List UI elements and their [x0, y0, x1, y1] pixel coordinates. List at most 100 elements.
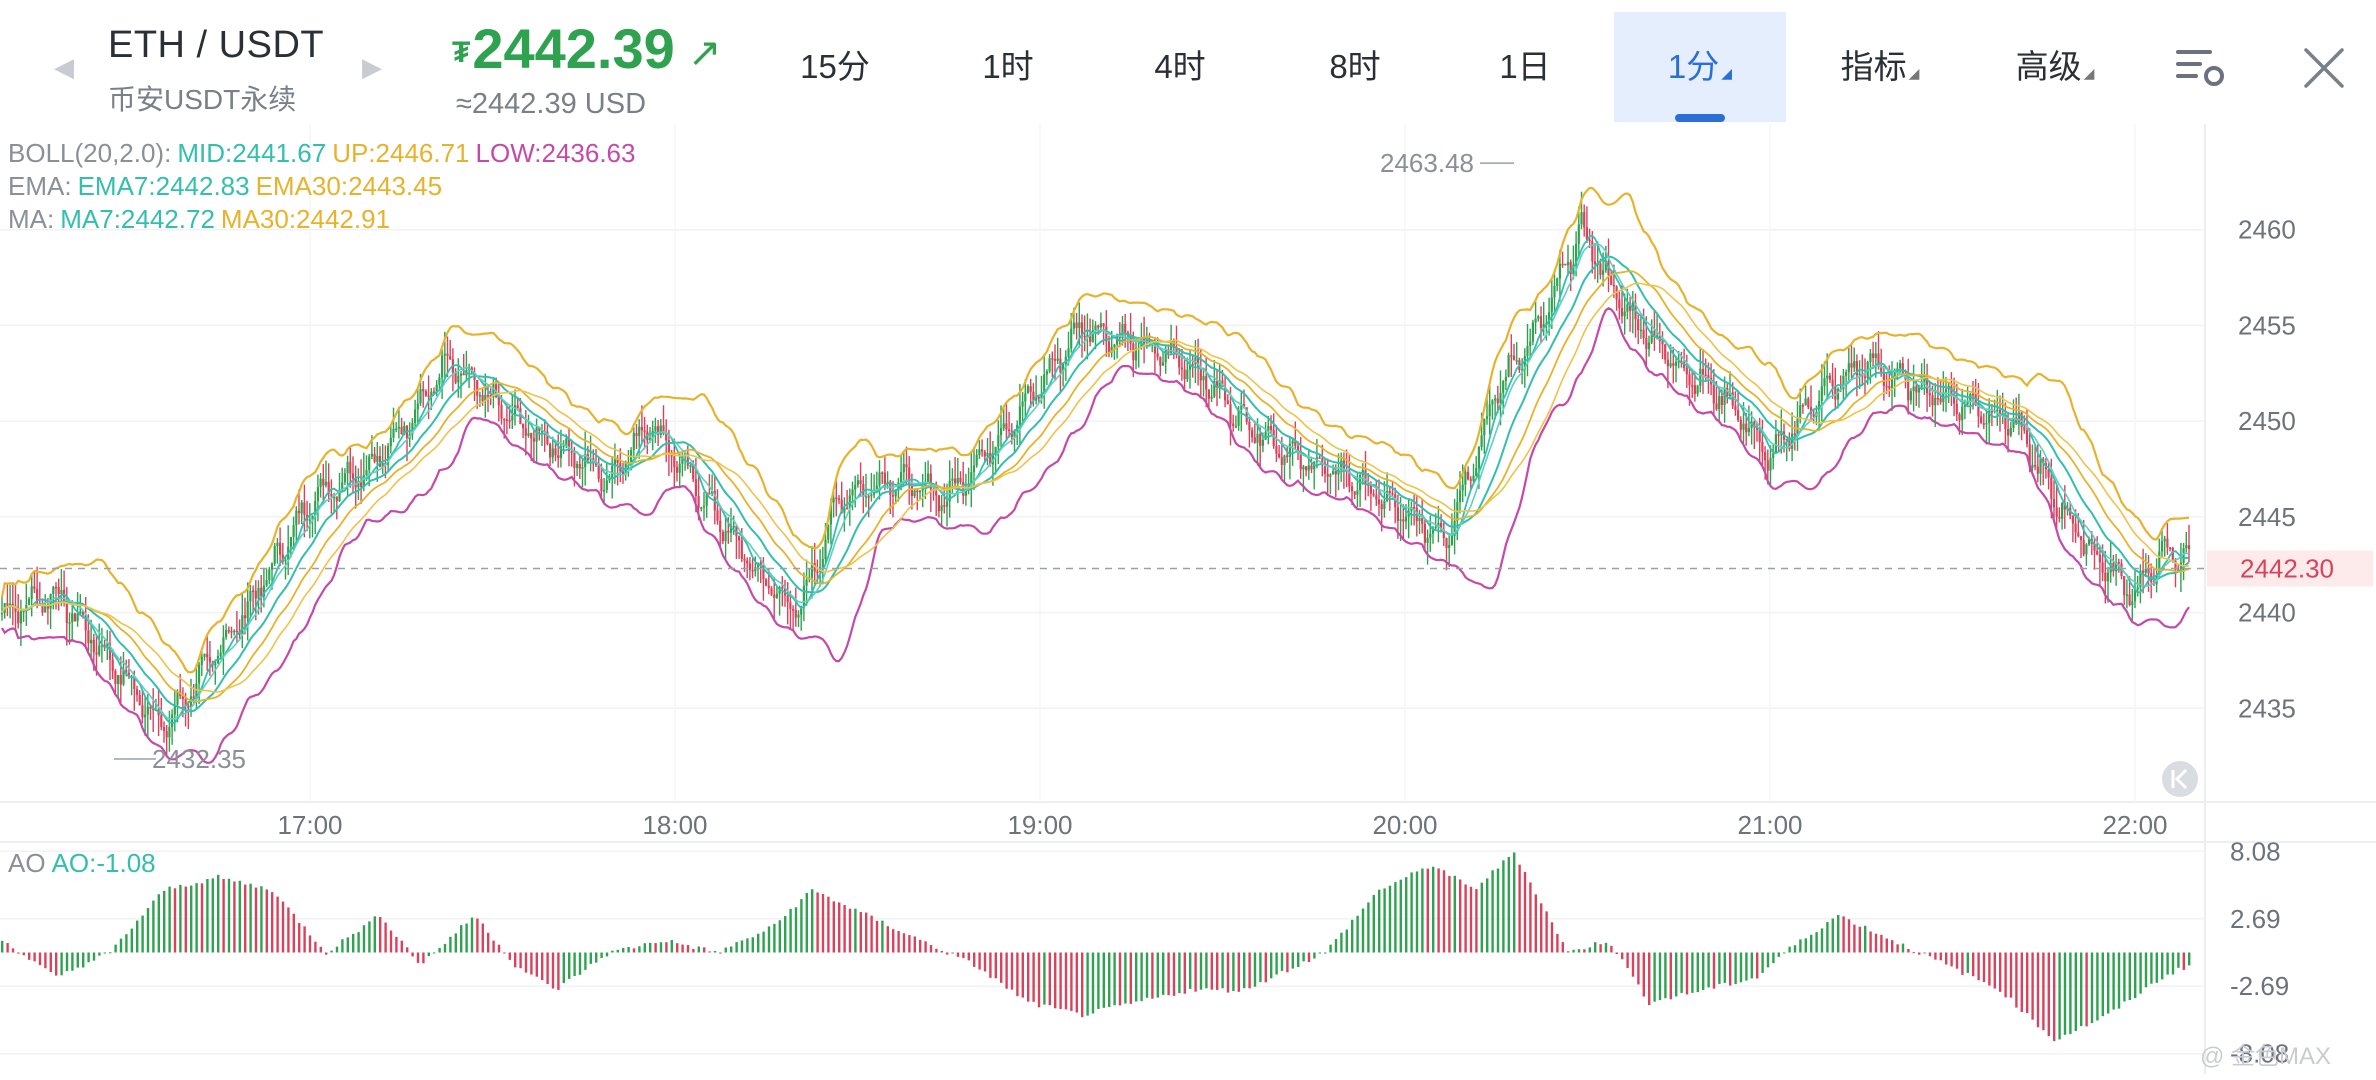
candle-body: [632, 433, 635, 451]
chart-settings-icon[interactable]: [2170, 36, 2234, 100]
ao-bar: [1313, 952, 1316, 959]
candle-body: [198, 665, 201, 684]
candle-body: [1248, 421, 1251, 431]
candle-body: [1491, 400, 1494, 405]
ao-bar: [1059, 952, 1062, 1009]
ao-bar: [1486, 878, 1489, 953]
ao-bar: [28, 952, 31, 960]
ao-bar: [929, 945, 933, 953]
ao-bar: [1745, 952, 1748, 981]
candle-body: [765, 579, 768, 586]
ao-bar: [1383, 888, 1386, 953]
candle-body: [1588, 239, 1591, 242]
candle-body: [1005, 423, 1008, 430]
ao-bar: [940, 950, 943, 953]
candle-body: [2025, 430, 2029, 445]
ao-bar: [978, 952, 981, 970]
candle-body: [71, 613, 74, 623]
ao-bar: [1167, 952, 1170, 996]
tab-label: 1日: [1499, 48, 1551, 85]
candle-body: [2007, 429, 2010, 436]
ao-bar: [1534, 894, 1537, 953]
ao-bar: [2036, 952, 2040, 1028]
ao-bar: [1469, 886, 1473, 953]
tab-1d[interactable]: 1日: [1465, 12, 1585, 122]
candle-body: [52, 586, 55, 595]
tab-indicators[interactable]: 指标 ◢: [1820, 12, 1940, 122]
ao-bar: [44, 952, 47, 969]
ao-bar: [1664, 952, 1667, 999]
ao-bar: [919, 939, 922, 953]
candle-body: [1450, 535, 1453, 545]
ao-bar: [341, 939, 344, 953]
ao-bar: [1183, 952, 1186, 994]
candle-body: [1747, 427, 1750, 433]
close-icon[interactable]: [2292, 36, 2356, 100]
candle-body: [767, 585, 770, 589]
ao-bar: [1037, 952, 1041, 1008]
tab-8h[interactable]: 8时: [1295, 12, 1415, 122]
ao-legend: AO AO:-1.08: [8, 848, 162, 879]
candle-body: [522, 423, 525, 429]
ao-bar: [433, 952, 436, 954]
ao-bar: [670, 940, 673, 953]
candle-body: [165, 730, 168, 738]
chevron-right-icon[interactable]: ▶: [362, 52, 382, 83]
candle-body: [2077, 532, 2080, 537]
ao-bar: [1448, 875, 1451, 953]
jump-to-latest-icon[interactable]: [2162, 761, 2198, 797]
ao-bar: [1702, 952, 1705, 991]
candle-body: [1566, 261, 1570, 266]
tab-1h[interactable]: 1时: [948, 12, 1068, 122]
candle-body: [1286, 455, 1289, 458]
candle-body: [859, 480, 862, 484]
ao-bar: [211, 878, 214, 953]
ema7-line: [1, 243, 2190, 720]
ao-bar: [2069, 952, 2072, 1035]
chevron-left-icon[interactable]: ◀: [54, 52, 74, 83]
candle-body: [1353, 491, 1356, 495]
tab-15m[interactable]: 15分: [775, 12, 895, 122]
candle-body: [441, 355, 444, 378]
candle-body: [1920, 384, 1923, 387]
ao-bar: [1297, 952, 1300, 968]
ao-bar: [1761, 952, 1764, 973]
tab-4h[interactable]: 4时: [1120, 12, 1240, 122]
candle-body: [1553, 285, 1556, 298]
boll-legend: BOLL(20,2.0): MID:2441.67 UP:2446.71 LOW:24…: [8, 138, 641, 169]
candle-body: [230, 630, 233, 633]
candle-body: [324, 481, 328, 486]
tab-1m[interactable]: 1分 ◢: [1614, 12, 1786, 122]
candle-body: [1283, 455, 1286, 465]
ao-bar: [789, 908, 792, 953]
candle-body: [478, 395, 481, 397]
candle-body: [1426, 537, 1429, 543]
pair-title[interactable]: ETH / USDT: [108, 24, 324, 67]
ao-bar: [303, 926, 306, 953]
candle-body: [243, 615, 247, 619]
ao-bar: [276, 896, 279, 953]
price-tick-label: 2440: [2238, 598, 2296, 628]
ao-bar: [573, 952, 576, 976]
ao-bar: [800, 899, 803, 953]
ao-bar: [875, 920, 879, 953]
candle-body: [1305, 466, 1308, 471]
ao-bar: [1604, 942, 1608, 953]
candle-body: [1820, 386, 1823, 401]
chart-canvas[interactable]: 2460 2455 2450 2445 2440 2435 17:00 18:00 19:00 2…: [0, 124, 2376, 1080]
ao-bar: [1723, 952, 1726, 983]
candle-body: [1075, 322, 1078, 328]
tab-advanced[interactable]: 高级 ◢: [1995, 12, 2115, 122]
candle-body: [1251, 430, 1254, 438]
ao-tick-label: 8.08: [2230, 836, 2281, 866]
candle-body: [2052, 499, 2056, 508]
candle-body: [997, 435, 1000, 447]
ao-bar: [1545, 911, 1548, 953]
ao-bar: [1880, 934, 1883, 953]
candle-body: [330, 493, 333, 497]
candle-body: [233, 630, 236, 633]
candle-body: [1186, 369, 1189, 380]
candle-body: [697, 496, 700, 508]
ao-bar: [1221, 952, 1224, 989]
candle-body: [1688, 374, 1691, 386]
